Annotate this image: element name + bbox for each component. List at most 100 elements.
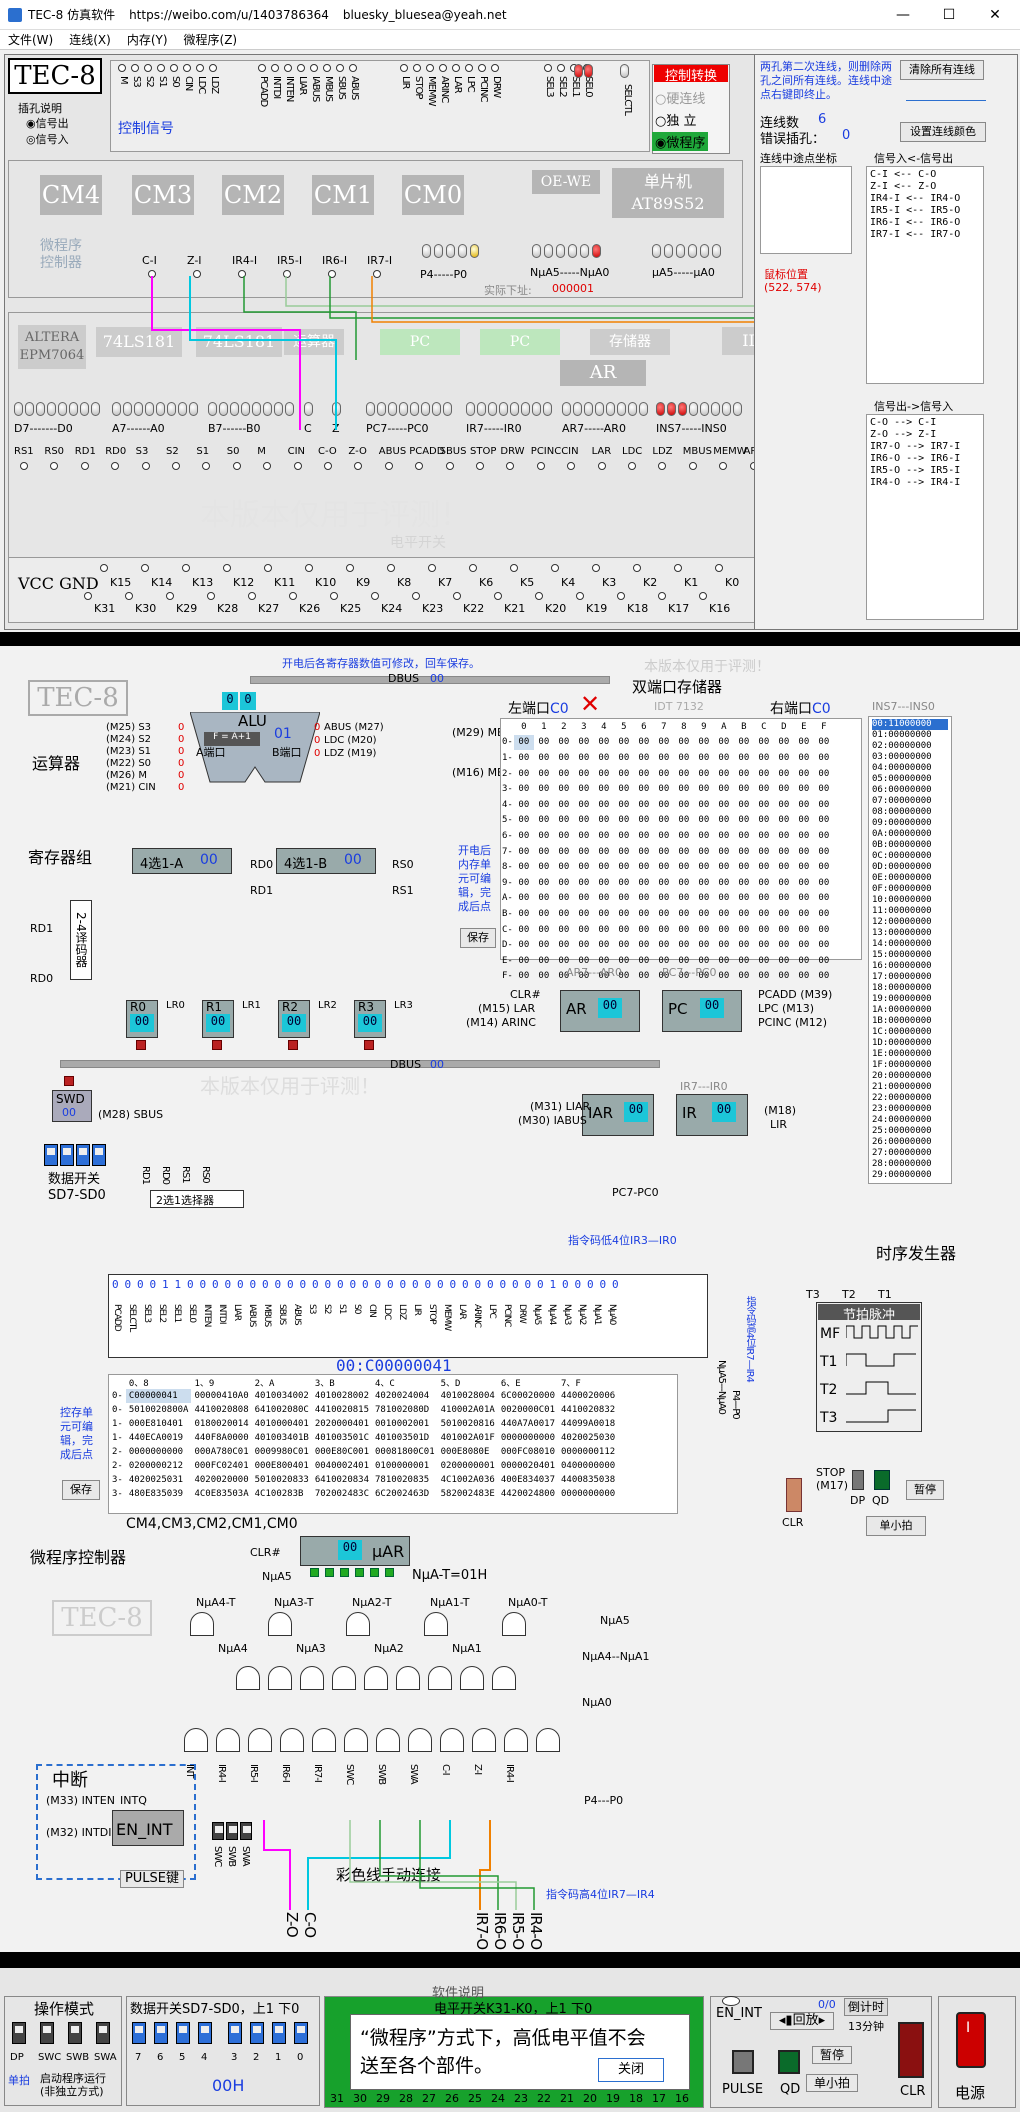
- microcode-cell[interactable]: 0040002401: [312, 1459, 372, 1473]
- microcode-cell[interactable]: 00000410A0: [191, 1389, 251, 1403]
- memory-cell[interactable]: 00: [534, 766, 554, 782]
- ins-list-item[interactable]: 13:00000000: [872, 928, 948, 939]
- memory-cell[interactable]: 00: [674, 828, 694, 844]
- memory-cell[interactable]: 00: [634, 813, 654, 829]
- minimize-icon[interactable]: —: [880, 0, 926, 30]
- microcode-cell[interactable]: 000FC08010: [498, 1445, 558, 1459]
- data-switch-4[interactable]: [198, 2022, 212, 2044]
- memory-cell[interactable]: 00: [574, 891, 594, 907]
- ins-list-item[interactable]: 24:00000000: [872, 1115, 948, 1126]
- memory-cell[interactable]: 00: [534, 906, 554, 922]
- memory-cell[interactable]: 00: [734, 750, 754, 766]
- memory-cell[interactable]: 00: [794, 797, 814, 813]
- memory-cell[interactable]: 00: [674, 813, 694, 829]
- memory-cell[interactable]: 00: [614, 766, 634, 782]
- memory-cell[interactable]: 00: [734, 953, 754, 969]
- memory-cell[interactable]: 00: [534, 813, 554, 829]
- memory-cell[interactable]: 00: [514, 937, 534, 953]
- memory-cell[interactable]: 00: [794, 875, 814, 891]
- memory-cell[interactable]: 00: [534, 781, 554, 797]
- ins-list-item[interactable]: 07:00000000: [872, 796, 948, 807]
- memory-cell[interactable]: 00: [554, 781, 574, 797]
- memory-cell[interactable]: 00: [554, 859, 574, 875]
- ins-list-item[interactable]: 15:00000000: [872, 950, 948, 961]
- microcode-cell[interactable]: 000E810401: [126, 1417, 192, 1431]
- memory-cell[interactable]: 00: [634, 766, 654, 782]
- memory-cell[interactable]: 00: [754, 750, 774, 766]
- ins-list-item[interactable]: 04:00000000: [872, 763, 948, 774]
- mode-switch-dp[interactable]: [12, 2022, 26, 2044]
- maximize-icon[interactable]: ☐: [926, 0, 972, 30]
- uar-value[interactable]: 00: [338, 1540, 362, 1560]
- memory-cell[interactable]: 00: [714, 844, 734, 860]
- ins-list-item[interactable]: 08:00000000: [872, 807, 948, 818]
- ins-list-item[interactable]: 21:00000000: [872, 1082, 948, 1093]
- microcode-cell[interactable]: 401002A01F: [438, 1431, 498, 1445]
- qd-button[interactable]: [778, 2050, 800, 2074]
- memory-cell[interactable]: 00: [534, 953, 554, 969]
- memory-cell[interactable]: 00: [654, 797, 674, 813]
- microcode-grid[interactable]: 0、8 1、9 2、A 3、B 4、C 5、D 6、E 7、F 0- C00000041 00000…: [108, 1374, 678, 1514]
- microcode-cell[interactable]: 781002080D: [372, 1403, 438, 1417]
- memory-cell[interactable]: 00: [814, 813, 834, 829]
- memory-cell[interactable]: 00: [554, 844, 574, 860]
- microcode-cell[interactable]: 4420024800: [498, 1487, 558, 1501]
- memory-cell[interactable]: 00: [694, 891, 714, 907]
- microcode-cell[interactable]: 0200000212: [126, 1459, 192, 1473]
- mode-switch-swb[interactable]: [68, 2022, 82, 2044]
- memory-cell[interactable]: 00: [514, 969, 534, 985]
- memory-cell[interactable]: 00: [734, 875, 754, 891]
- memory-cell[interactable]: 00: [734, 937, 754, 953]
- ins-list-item[interactable]: 19:00000000: [872, 994, 948, 1005]
- microcode-cell[interactable]: 6C00020000: [498, 1389, 558, 1403]
- ins-list-item[interactable]: 25:00000000: [872, 1126, 948, 1137]
- ins-list-item[interactable]: 0A:00000000: [872, 829, 948, 840]
- memory-cell[interactable]: 00: [514, 781, 534, 797]
- memory-cell[interactable]: 00: [714, 735, 734, 751]
- memory-cell[interactable]: 00: [814, 766, 834, 782]
- microcode-cell[interactable]: 401003501C: [312, 1431, 372, 1445]
- memory-cell[interactable]: 00: [674, 844, 694, 860]
- data-switch-2[interactable]: [250, 2022, 264, 2044]
- memory-cell[interactable]: 00: [513, 734, 534, 751]
- ins-list-item[interactable]: 10:00000000: [872, 895, 948, 906]
- microcode-cell[interactable]: 00081800C01: [372, 1445, 438, 1459]
- microcode-cell[interactable]: 0009980C01: [252, 1445, 312, 1459]
- microcode-cell[interactable]: 5010020833: [252, 1473, 312, 1487]
- dp-switch-mid[interactable]: [852, 1470, 864, 1490]
- ins-list-item[interactable]: 0D:00000000: [872, 862, 948, 873]
- memory-cell[interactable]: 00: [734, 906, 754, 922]
- ins-list-item[interactable]: 09:00000000: [872, 818, 948, 829]
- step-button[interactable]: 单小拍: [806, 2074, 858, 2092]
- ins-list-item[interactable]: 29:00000000: [872, 1170, 948, 1181]
- ins-list-item[interactable]: 16:00000000: [872, 961, 948, 972]
- sd-switch-5[interactable]: [76, 1144, 90, 1166]
- memory-cell[interactable]: 00: [754, 969, 774, 985]
- ar-value[interactable]: 00: [598, 998, 622, 1018]
- memory-cell[interactable]: 00: [674, 906, 694, 922]
- microcode-cell[interactable]: 5010020800A: [126, 1403, 192, 1417]
- memory-cell[interactable]: 00: [654, 750, 674, 766]
- memory-cell[interactable]: 00: [554, 797, 574, 813]
- memory-cell[interactable]: 00: [774, 781, 794, 797]
- memory-cell[interactable]: 00: [614, 891, 634, 907]
- memory-cell[interactable]: 00: [614, 859, 634, 875]
- memory-cell[interactable]: 00: [594, 781, 614, 797]
- clr-button-mid[interactable]: [786, 1478, 802, 1512]
- memory-cell[interactable]: 00: [734, 844, 754, 860]
- sd-switch-6[interactable]: [60, 1144, 74, 1166]
- microcode-cell[interactable]: 4020025031: [126, 1473, 192, 1487]
- memory-cell[interactable]: 00: [714, 906, 734, 922]
- memory-cell[interactable]: 00: [594, 844, 614, 860]
- microcode-cell[interactable]: 0000000000: [498, 1431, 558, 1445]
- memory-cell[interactable]: 00: [634, 781, 654, 797]
- register-value-r2[interactable]: 00: [282, 1014, 306, 1032]
- memory-cell[interactable]: 00: [574, 937, 594, 953]
- data-switch-7[interactable]: [132, 2022, 146, 2044]
- iar-value[interactable]: 00: [624, 1102, 648, 1122]
- memory-cell[interactable]: 00: [554, 891, 574, 907]
- memory-cell[interactable]: 00: [554, 735, 574, 751]
- memory-cell[interactable]: 00: [534, 937, 554, 953]
- memory-cell[interactable]: 00: [594, 859, 614, 875]
- ins-list-item[interactable]: 06:00000000: [872, 785, 948, 796]
